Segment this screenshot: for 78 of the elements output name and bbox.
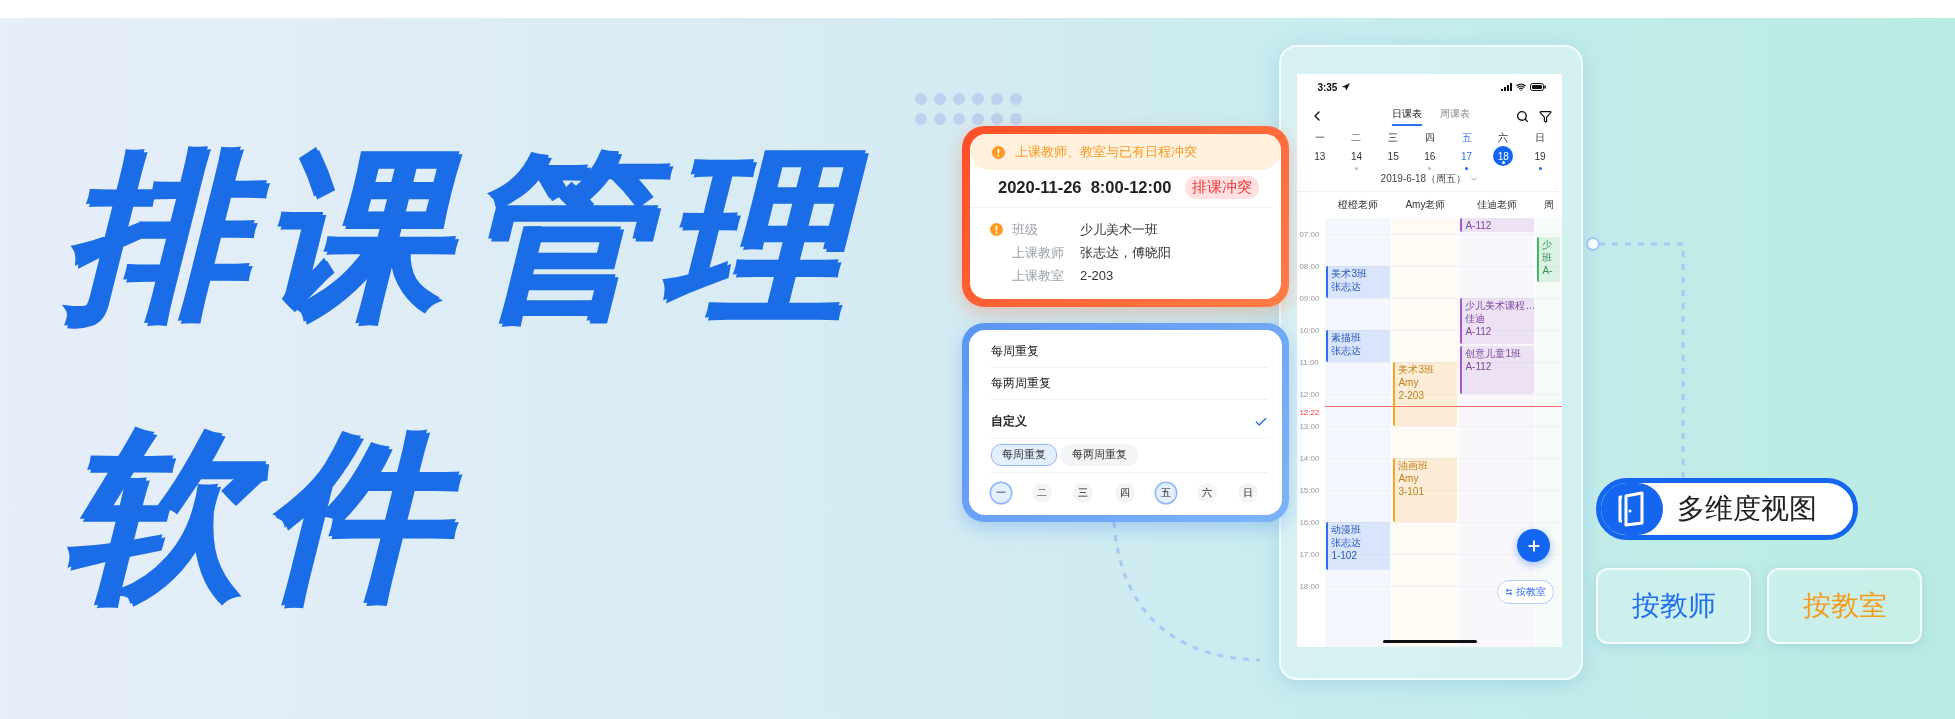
schedule-event[interactable]: 少儿美术课程… 佳迪 A-112 (1460, 298, 1535, 345)
calendar-date[interactable]: 15 (1383, 146, 1404, 166)
location-icon (1342, 83, 1351, 91)
calendar-date[interactable]: 14 (1346, 146, 1367, 166)
time-label: 18:00 (1299, 581, 1320, 591)
column-header: Amy老师 (1404, 198, 1447, 212)
signal-icon (1501, 83, 1513, 91)
weekday-label: 一 (1314, 132, 1325, 144)
warning-text: 上课教师、教室与已有日程冲突 (1015, 143, 1197, 161)
weekday-toggle[interactable]: 一 (991, 483, 1011, 503)
calendar-date[interactable]: 17 (1456, 146, 1477, 166)
time-label: 08:00 (1299, 261, 1320, 271)
weekday-label: 二 (1351, 132, 1362, 144)
weekday-toggle[interactable]: 日 (1238, 483, 1259, 503)
view-tab[interactable]: 日课表 (1391, 106, 1422, 126)
schedule-event[interactable]: 素描班 张志达 (1326, 330, 1391, 362)
warning-icon (990, 223, 1003, 236)
schedule-datetime: 2020-11-26 8:00-12:00 (998, 178, 1172, 197)
field-label: 上课教室 (1012, 266, 1065, 285)
time-label: 13:00 (1299, 421, 1320, 431)
schedule-event[interactable]: 美术3班 张志达 (1326, 266, 1391, 298)
schedule-event[interactable]: 动漫班 张志达 1-102 (1326, 522, 1391, 570)
plus-icon (1525, 537, 1542, 554)
field-label: 上课教师 (1012, 243, 1065, 262)
time-label: 16:00 (1299, 517, 1320, 527)
schedule-event[interactable]: A-112 (1460, 218, 1535, 233)
time-label: 09:00 (1299, 293, 1320, 303)
field-value: 2-203 (1080, 268, 1114, 283)
weekday-toggle[interactable]: 六 (1197, 483, 1218, 503)
weekday-toggle[interactable]: 三 (1073, 483, 1094, 503)
repeat-option[interactable]: 自定义 (991, 413, 1027, 430)
battery-icon (1530, 83, 1547, 91)
calendar-date[interactable]: 18 (1493, 146, 1514, 166)
field-value: 少儿美术一班 (1080, 220, 1158, 239)
calendar-date[interactable]: 16 (1419, 146, 1440, 166)
wifi-icon (1516, 82, 1527, 92)
repeat-option[interactable]: 每两周重复 (991, 375, 1051, 392)
weekday-toggle[interactable]: 二 (1032, 483, 1053, 503)
repeat-chip[interactable]: 每周重复 (991, 444, 1057, 466)
schedule-event[interactable]: 少 班 A- (1537, 237, 1561, 282)
time-label: 14:00 (1299, 453, 1320, 463)
time-label: 15:00 (1299, 485, 1320, 495)
schedule-event[interactable]: 创意儿童1班 A-112 (1460, 346, 1535, 394)
search-icon[interactable] (1516, 109, 1530, 123)
time-label: 17:00 (1299, 549, 1320, 559)
weekday-label: 四 (1424, 132, 1435, 144)
add-button[interactable] (1517, 529, 1551, 562)
switch-view-button[interactable]: 按教室 (1497, 580, 1555, 604)
weekday-label: 日 (1535, 132, 1546, 144)
repeat-option[interactable]: 每周重复 (991, 343, 1039, 360)
weekday-toggle[interactable]: 四 (1114, 483, 1135, 503)
headline-text: 软件 (62, 413, 462, 618)
calendar-date[interactable]: 19 (1530, 146, 1551, 166)
weekday-toggle[interactable]: 五 (1155, 483, 1176, 503)
column-header: 周 (1542, 198, 1555, 212)
time-label: 12:00 (1299, 389, 1320, 399)
column-header: 佳迪老师 (1476, 198, 1519, 212)
calendar-date[interactable]: 13 (1309, 146, 1330, 166)
time-label: 10:00 (1299, 325, 1320, 335)
swap-icon (1505, 588, 1514, 596)
column-header: 橙橙老师 (1337, 198, 1380, 212)
field-label: 班级 (1012, 220, 1039, 239)
time-label: 11:00 (1299, 357, 1319, 367)
repeat-chip[interactable]: 每两周重复 (1061, 444, 1138, 466)
badge-label: 多维度视图 (1676, 492, 1818, 526)
conflict-tag: 排课冲突 (1185, 176, 1260, 199)
weekday-label: 三 (1388, 132, 1399, 144)
current-time-label: 12:22 (1299, 407, 1320, 417)
field-value: 张志达，傅晓阳 (1080, 243, 1171, 262)
status-time: 3:35 (1317, 81, 1338, 93)
weekday-label: 五 (1461, 132, 1472, 144)
warning-icon (992, 145, 1005, 159)
weekday-label: 六 (1498, 132, 1509, 144)
date-label: 2019-6-18（周五） (1380, 172, 1467, 186)
view-tab[interactable]: 周课表 (1439, 106, 1470, 126)
time-label: 07:00 (1299, 229, 1320, 239)
filter-icon[interactable] (1539, 109, 1553, 123)
view-mode-button[interactable]: 按教师 (1596, 568, 1752, 644)
